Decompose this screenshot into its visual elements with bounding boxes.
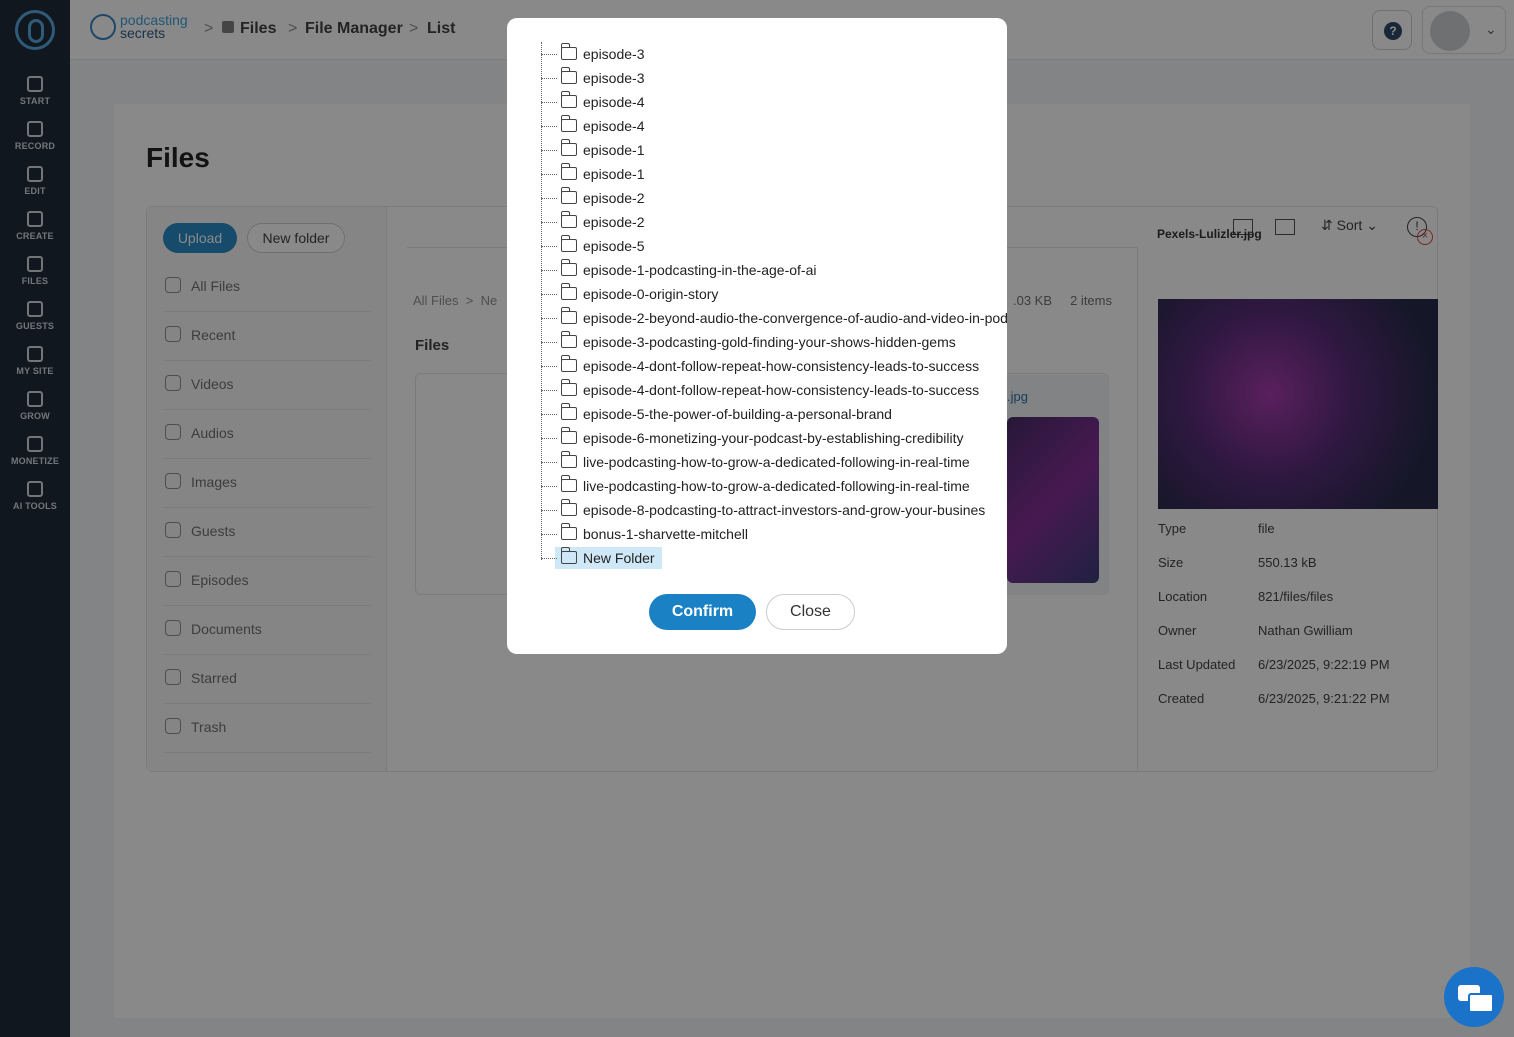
folder-icon bbox=[560, 259, 577, 276]
move-to-folder-dialog: episode-3 episode-3 episode-4 episode-4 epis… bbox=[507, 18, 1007, 654]
folder-tree-item[interactable]: episode-0-origin-story bbox=[541, 283, 1007, 305]
folder-tree-item[interactable]: New Folder bbox=[541, 547, 1007, 569]
folder-name: episode-2 bbox=[583, 214, 645, 230]
tree-connector bbox=[541, 150, 557, 151]
folder-icon bbox=[560, 451, 577, 468]
folder-icon bbox=[560, 403, 577, 420]
folder-tree-item[interactable]: episode-5 bbox=[541, 235, 1007, 257]
folder-name: bonus-1-sharvette-mitchell bbox=[583, 526, 748, 542]
folder-name: episode-8-podcasting-to-attract-investor… bbox=[583, 502, 986, 518]
folder-tree-item[interactable]: live-podcasting-how-to-grow-a-dedicated-… bbox=[541, 451, 1007, 473]
folder-icon bbox=[560, 547, 577, 564]
folder-icon bbox=[560, 499, 577, 516]
tree-connector bbox=[541, 54, 557, 55]
folder-name: episode-4-dont-follow-repeat-how-consist… bbox=[583, 382, 980, 398]
tree-connector bbox=[541, 102, 557, 103]
folder-name: episode-6-monetizing-your-podcast-by-est… bbox=[583, 430, 964, 446]
folder-icon bbox=[560, 187, 577, 204]
folder-icon bbox=[560, 475, 577, 492]
folder-name: episode-1 bbox=[583, 166, 645, 182]
chat-widget-icon[interactable] bbox=[1444, 967, 1504, 1027]
folder-name: episode-1 bbox=[583, 142, 645, 158]
folder-tree-item[interactable]: episode-4-dont-follow-repeat-how-consist… bbox=[541, 379, 1007, 401]
folder-icon bbox=[560, 139, 577, 156]
folder-icon bbox=[560, 67, 577, 84]
tree-connector bbox=[541, 222, 557, 223]
tree-connector bbox=[541, 414, 557, 415]
folder-name: episode-4 bbox=[583, 118, 645, 134]
folder-name: live-podcasting-how-to-grow-a-dedicated-… bbox=[583, 454, 970, 470]
folder-tree-item[interactable]: episode-6-monetizing-your-podcast-by-est… bbox=[541, 427, 1007, 449]
tree-connector bbox=[541, 294, 557, 295]
folder-icon bbox=[560, 211, 577, 228]
tree-connector bbox=[541, 342, 557, 343]
folder-icon bbox=[560, 43, 577, 60]
tree-connector bbox=[541, 318, 557, 319]
folder-tree-item[interactable]: episode-1 bbox=[541, 163, 1007, 185]
folder-icon bbox=[560, 115, 577, 132]
folder-name: episode-3-podcasting-gold-finding-your-s… bbox=[583, 334, 956, 350]
folder-tree-item[interactable]: bonus-1-sharvette-mitchell bbox=[541, 523, 1007, 545]
folder-tree-item[interactable]: episode-4 bbox=[541, 115, 1007, 137]
folder-name: live-podcasting-how-to-grow-a-dedicated-… bbox=[583, 478, 970, 494]
folder-icon bbox=[560, 427, 577, 444]
folder-tree-item[interactable]: episode-2 bbox=[541, 211, 1007, 233]
folder-icon bbox=[560, 331, 577, 348]
folder-tree-item[interactable]: episode-1 bbox=[541, 139, 1007, 161]
folder-tree-item[interactable]: episode-1-podcasting-in-the-age-of-ai bbox=[541, 259, 1007, 281]
tree-connector bbox=[541, 510, 557, 511]
folder-tree-item[interactable]: episode-3-podcasting-gold-finding-your-s… bbox=[541, 331, 1007, 353]
tree-connector bbox=[541, 558, 557, 559]
folder-name: episode-2 bbox=[583, 190, 645, 206]
tree-connector bbox=[541, 462, 557, 463]
tree-connector bbox=[541, 174, 557, 175]
tree-connector bbox=[541, 390, 557, 391]
folder-name: episode-5-the-power-of-building-a-person… bbox=[583, 406, 892, 422]
folder-icon bbox=[560, 355, 577, 372]
folder-name: episode-0-origin-story bbox=[583, 286, 719, 302]
confirm-button[interactable]: Confirm bbox=[649, 594, 756, 630]
folder-icon bbox=[560, 235, 577, 252]
folder-tree-item[interactable]: live-podcasting-how-to-grow-a-dedicated-… bbox=[541, 475, 1007, 497]
tree-connector bbox=[541, 438, 557, 439]
folder-tree-item[interactable]: episode-3 bbox=[541, 67, 1007, 89]
folder-tree-item[interactable]: episode-2 bbox=[541, 187, 1007, 209]
folder-tree-item[interactable]: episode-5-the-power-of-building-a-person… bbox=[541, 403, 1007, 425]
close-button[interactable]: Close bbox=[766, 594, 855, 630]
folder-tree-item[interactable]: episode-2-beyond-audio-the-convergence-o… bbox=[541, 307, 1007, 329]
folder-tree-item[interactable]: episode-4 bbox=[541, 91, 1007, 113]
folder-icon bbox=[560, 91, 577, 108]
tree-connector bbox=[541, 486, 557, 487]
folder-icon bbox=[560, 523, 577, 540]
folder-name: episode-3 bbox=[583, 70, 645, 86]
folder-name: New Folder bbox=[583, 550, 655, 566]
folder-tree-item[interactable]: episode-3 bbox=[541, 43, 1007, 65]
folder-name: episode-4-dont-follow-repeat-how-consist… bbox=[583, 358, 980, 374]
folder-name: episode-3 bbox=[583, 46, 645, 62]
folder-tree-item[interactable]: episode-4-dont-follow-repeat-how-consist… bbox=[541, 355, 1007, 377]
tree-connector bbox=[541, 126, 557, 127]
folder-tree-item[interactable]: episode-8-podcasting-to-attract-investor… bbox=[541, 499, 1007, 521]
tree-connector bbox=[541, 78, 557, 79]
folder-icon bbox=[560, 379, 577, 396]
tree-connector bbox=[541, 198, 557, 199]
folder-name: episode-4 bbox=[583, 94, 645, 110]
folder-icon bbox=[560, 307, 577, 324]
folder-name: episode-5 bbox=[583, 238, 645, 254]
tree-connector bbox=[541, 534, 557, 535]
folder-icon bbox=[560, 163, 577, 180]
folder-name: episode-1-podcasting-in-the-age-of-ai bbox=[583, 262, 817, 278]
tree-connector bbox=[541, 366, 557, 367]
folder-icon bbox=[560, 283, 577, 300]
tree-connector bbox=[541, 246, 557, 247]
tree-connector bbox=[541, 270, 557, 271]
folder-name: episode-2-beyond-audio-the-convergence-o… bbox=[583, 310, 1007, 326]
